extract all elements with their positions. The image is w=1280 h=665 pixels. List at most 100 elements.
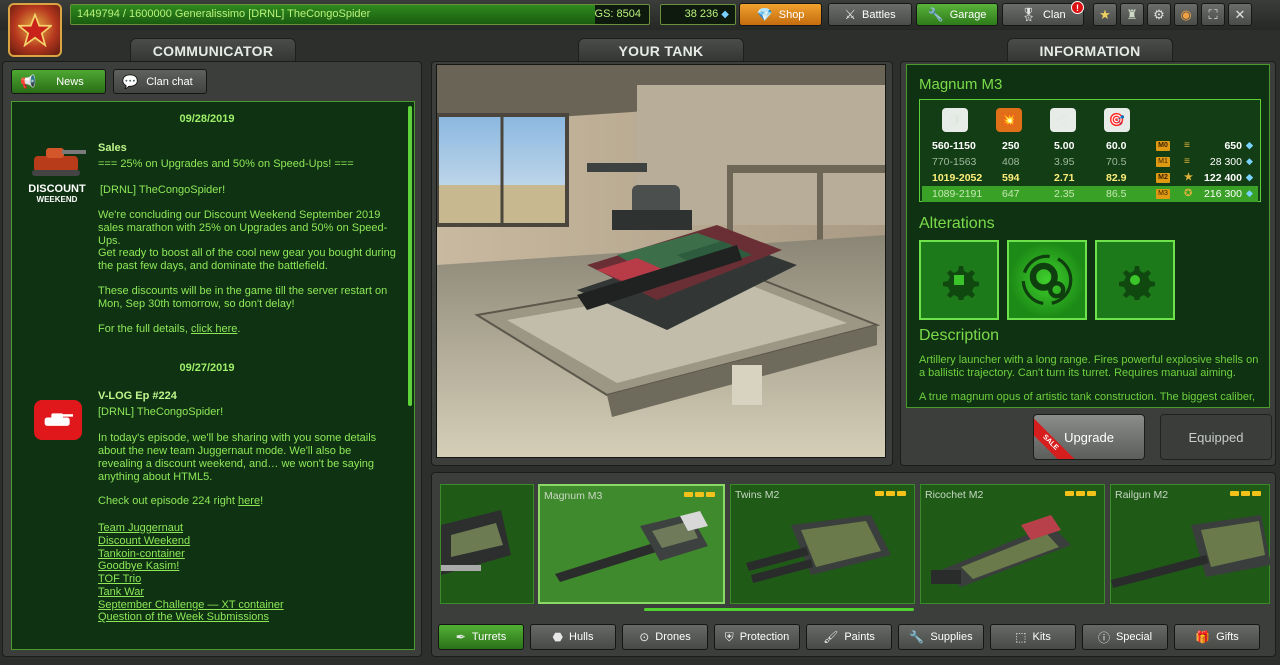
- click-here-link[interactable]: click here: [191, 323, 237, 335]
- news-text: === 25% on Upgrades and 50% on Speed-Ups…: [98, 158, 354, 170]
- modification-pips: [1065, 491, 1096, 496]
- gear-icon[interactable]: ⚙: [1147, 3, 1171, 26]
- category-label: Supplies: [930, 631, 973, 643]
- news-button[interactable]: 📢 News: [11, 69, 106, 94]
- communicator-tab: COMMUNICATOR: [130, 38, 296, 62]
- crossed-swords-icon: ⚔: [844, 6, 856, 22]
- stat-value: 1089-2191: [932, 188, 983, 200]
- news-scrollbar[interactable]: [408, 106, 412, 406]
- shelf-scrollbar[interactable]: [644, 608, 914, 611]
- close-icon[interactable]: ✕: [1228, 3, 1252, 26]
- stat-value: 3.95: [1054, 156, 1075, 168]
- battles-label: Battles: [862, 8, 896, 21]
- crystals-value: 38 236: [684, 8, 719, 20]
- news-link[interactable]: Question of the Week Submissions: [98, 611, 269, 623]
- item-card[interactable]: Ricochet M2: [920, 484, 1105, 604]
- description-heading: Description: [919, 327, 1000, 344]
- category-gifts[interactable]: 🎁 Gifts: [1174, 624, 1260, 650]
- item-name: Twins M2: [735, 489, 780, 501]
- garage-button[interactable]: 🔧 Garage: [916, 3, 998, 26]
- category-paints[interactable]: 🖌 Paints: [806, 624, 892, 650]
- alteration-slot[interactable]: [919, 240, 999, 320]
- stat-value: 86.5: [1106, 188, 1127, 200]
- equipped-label: Equipped: [1188, 429, 1244, 445]
- category-label: Protection: [739, 631, 790, 643]
- impact-icon: 🎯: [1104, 108, 1130, 132]
- stat-row[interactable]: 560-1150 250 5.00 60.0 M0 ≡ 650 ◆: [922, 138, 1258, 154]
- garage-label: Garage: [949, 8, 987, 21]
- modification-pips: [684, 492, 715, 497]
- stat-row-selected[interactable]: 1089-2191 647 2.35 86.5 M3 ✪ 216 300 ◆: [922, 186, 1258, 202]
- fullscreen-icon[interactable]: ⛶: [1201, 3, 1225, 26]
- upgrade-button[interactable]: Upgrade SALE: [1033, 414, 1145, 460]
- coins-icon: ≡: [1184, 156, 1190, 167]
- tank-preview[interactable]: [436, 64, 886, 458]
- news-link[interactable]: September Challenge — XT container: [98, 599, 284, 611]
- news-link[interactable]: Tankoin-container: [98, 548, 185, 560]
- news-link[interactable]: Tank War: [98, 586, 144, 598]
- megaphone-icon: 📢: [20, 73, 37, 89]
- category-protection[interactable]: ⛨ Protection: [714, 624, 800, 650]
- chat-icon: 💬: [122, 73, 139, 89]
- category-label: Gifts: [1216, 631, 1239, 643]
- item-card-selected[interactable]: Magnum M3: [538, 484, 725, 604]
- item-name: Railgun M2: [1115, 489, 1169, 501]
- wrench-icon: 🔧: [927, 6, 944, 22]
- news-text-segment: Check out episode 224 right: [98, 495, 239, 507]
- alteration-slot[interactable]: [1095, 240, 1175, 320]
- twins-turret-icon: [746, 515, 891, 583]
- category-supplies[interactable]: 🔧 Supplies: [898, 624, 984, 650]
- item-title: Magnum M3: [919, 76, 1003, 93]
- item-shelf[interactable]: Magnum M3 Twins M2 Ricochet M2 Railgun M…: [440, 480, 1271, 615]
- news-title: V-LOG Ep #224: [98, 390, 177, 402]
- news-date: 09/27/2019: [179, 362, 235, 374]
- news-link[interactable]: Goodbye Kasim!: [98, 560, 179, 572]
- crystal-icon: ◆: [1246, 156, 1253, 166]
- category-kits[interactable]: ⬚ Kits: [990, 624, 1076, 650]
- category-drones[interactable]: ⊙ Drones: [622, 624, 708, 650]
- news-date: 09/28/2019: [179, 113, 235, 125]
- news-text: We're concluding our Discount Weekend Se…: [98, 209, 388, 247]
- clan-chat-button[interactable]: 💬 Clan chat: [113, 69, 207, 94]
- item-card[interactable]: [440, 484, 534, 604]
- reload-icon: ⏱: [1050, 108, 1076, 132]
- alteration-gear-icon: [943, 266, 979, 300]
- news-text: In today's episode, we'll be sharing wit…: [98, 432, 377, 483]
- news-text-segment: .: [237, 323, 241, 335]
- diamond-icon: 💎: [756, 6, 773, 22]
- exclamation-icon: ⓘ: [1097, 630, 1110, 645]
- news-text: [DRNL] TheCongoSpider!: [100, 184, 226, 196]
- clan-chat-label: Clan chat: [146, 75, 193, 88]
- team-icon[interactable]: ♜: [1120, 3, 1144, 26]
- shop-button[interactable]: 💎 Shop: [739, 3, 822, 26]
- star-icon[interactable]: ★: [1093, 3, 1117, 26]
- damage-icon: 🛡: [942, 108, 968, 132]
- news-link[interactable]: TOF Trio: [98, 573, 141, 585]
- experience-bar: 1449794 / 1600000 Generalissimo [DRNL] T…: [70, 4, 650, 25]
- battles-button[interactable]: ⚔ Battles: [828, 3, 912, 26]
- news-feed[interactable]: 09/28/2019 DISCOUNT WEEKEND Sales === 25…: [11, 101, 415, 650]
- alterations-heading: Alterations: [919, 215, 995, 232]
- description-text: Artillery launcher with a long range. Fi…: [919, 354, 1259, 379]
- category-special[interactable]: ⓘ Special: [1082, 624, 1168, 650]
- item-card[interactable]: Twins M2: [730, 484, 915, 604]
- sound-icon[interactable]: ◉: [1174, 3, 1198, 26]
- news-link[interactable]: Discount Weekend: [98, 535, 190, 547]
- modification-pips: [1230, 491, 1261, 496]
- category-label: Paints: [844, 631, 875, 643]
- category-turrets[interactable]: ✒ Turrets: [438, 624, 524, 650]
- drone-icon: ⊙: [639, 630, 650, 644]
- alteration-slot-selected[interactable]: [1007, 240, 1087, 320]
- stat-row[interactable]: 1019-2052 594 2.71 82.9 M2 ★ 122 400 ◆: [922, 170, 1258, 186]
- here-link[interactable]: here: [238, 495, 260, 507]
- stat-row[interactable]: 770-1563 408 3.95 70.5 M1 ≡ 28 300 ◆: [922, 154, 1258, 170]
- box-icon: ⬚: [1015, 630, 1027, 644]
- stat-value: 1019-2052: [932, 172, 983, 184]
- modification-badge: M3: [1156, 189, 1170, 199]
- item-card[interactable]: Railgun M2: [1110, 484, 1271, 604]
- crystal-icon: ◆: [1246, 140, 1253, 150]
- news-text: For the full details, click here.: [98, 323, 398, 336]
- price-value: 650: [1224, 140, 1242, 152]
- news-link[interactable]: Team Juggernaut: [98, 522, 183, 534]
- category-hulls[interactable]: ⬣ Hulls: [530, 624, 616, 650]
